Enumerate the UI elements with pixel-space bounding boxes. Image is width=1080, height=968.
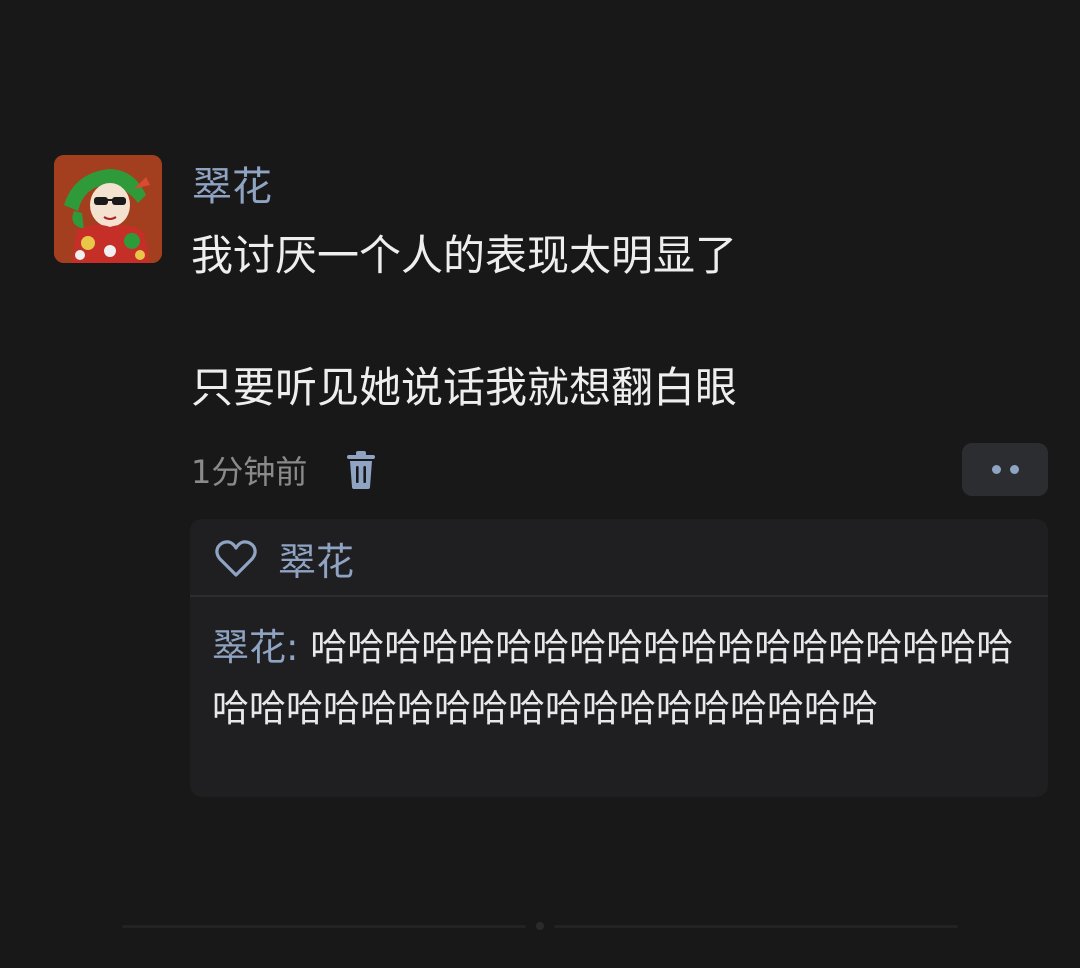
avatar[interactable] bbox=[54, 155, 162, 263]
avatar-image bbox=[54, 155, 162, 263]
more-dots-icon bbox=[991, 465, 1001, 474]
post-meta: 1分钟前 bbox=[191, 446, 377, 494]
trash-icon bbox=[347, 451, 376, 489]
liker-name[interactable]: 翠花 bbox=[278, 531, 354, 586]
post-content: 我讨厌一个人的表现太明显了 只要听见她说话我就想翻白眼 bbox=[191, 230, 1051, 414]
post-timestamp: 1分钟前 bbox=[191, 453, 308, 491]
bottom-indicator bbox=[122, 925, 526, 928]
likes-row: 翠花 bbox=[214, 537, 354, 584]
heart-icon[interactable] bbox=[214, 538, 258, 578]
bottom-indicator-dot bbox=[536, 922, 544, 930]
more-button[interactable] bbox=[962, 443, 1048, 496]
comment[interactable]: 翠花: 哈哈哈哈哈哈哈哈哈哈哈哈哈哈哈哈哈哈哈哈哈哈哈哈哈哈哈哈哈哈哈哈哈哈哈哈… bbox=[212, 617, 1036, 739]
comment-author[interactable]: 翠花: bbox=[212, 626, 298, 669]
comment-text: 哈哈哈哈哈哈哈哈哈哈哈哈哈哈哈哈哈哈哈哈哈哈哈哈哈哈哈哈哈哈哈哈哈哈哈哈哈 bbox=[212, 626, 1014, 730]
bottom-indicator bbox=[554, 925, 958, 928]
username[interactable]: 翠花 bbox=[192, 162, 272, 212]
divider bbox=[190, 595, 1048, 597]
likes-comments-panel: 翠花 翠花: 哈哈哈哈哈哈哈哈哈哈哈哈哈哈哈哈哈哈哈哈哈哈哈哈哈哈哈哈哈哈哈哈哈… bbox=[190, 519, 1048, 797]
delete-button[interactable] bbox=[345, 450, 377, 490]
post-card: 翠花 我讨厌一个人的表现太明显了 只要听见她说话我就想翻白眼 1分钟前 翠花 翠… bbox=[0, 0, 1080, 968]
post-content-line: 只要听见她说话我就想翻白眼 bbox=[191, 363, 738, 412]
post-content-line: 我讨厌一个人的表现太明显了 bbox=[191, 231, 738, 280]
more-dots-icon bbox=[1009, 465, 1019, 474]
